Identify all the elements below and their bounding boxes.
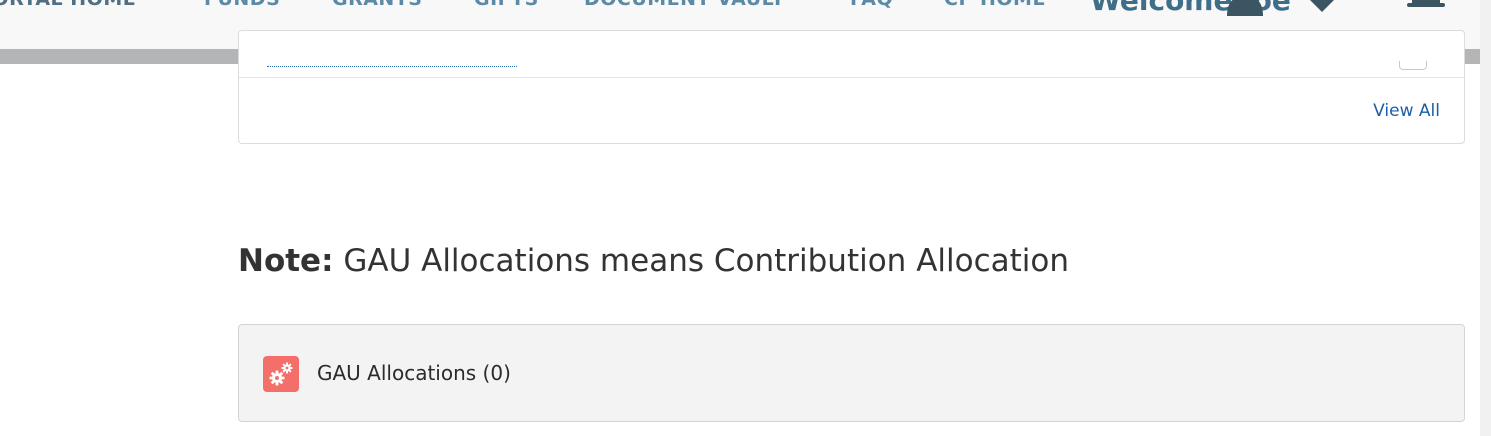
nav-grants[interactable]: GRANTS	[332, 0, 422, 10]
nav-cp-home[interactable]: CP HOME	[944, 0, 1046, 10]
page-scrollbar[interactable]	[1480, 0, 1491, 436]
note-body: GAU Allocations means Contribution Alloc…	[333, 243, 1070, 279]
gau-allocations-card: GAU Allocations (0)	[238, 324, 1465, 422]
bell-icon[interactable]	[1404, 0, 1448, 16]
note-label: Note:	[238, 243, 334, 279]
gau-allocations-title[interactable]: GAU Allocations (0)	[317, 361, 511, 385]
nav-faq[interactable]: FAQ	[850, 0, 893, 10]
gears-icon	[263, 356, 299, 392]
row-divider	[239, 77, 1464, 78]
partial-row-checkbox[interactable]	[1399, 61, 1427, 70]
nav-portal-home[interactable]: PORTAL HOME	[0, 0, 136, 10]
related-list-card: View All	[238, 30, 1465, 144]
view-all-link[interactable]: View All	[1373, 101, 1440, 121]
nav-funds[interactable]: FUNDS	[204, 0, 280, 10]
chevron-down-icon[interactable]	[1302, 0, 1342, 12]
nav-document-vault[interactable]: DOCUMENT VAULT	[584, 0, 785, 10]
note-text: Note: GAU Allocations means Contribution…	[238, 243, 1069, 279]
partial-row-link[interactable]	[267, 64, 517, 67]
user-icon[interactable]	[1225, 0, 1265, 16]
nav-gifts[interactable]: GIFTS	[474, 0, 539, 10]
